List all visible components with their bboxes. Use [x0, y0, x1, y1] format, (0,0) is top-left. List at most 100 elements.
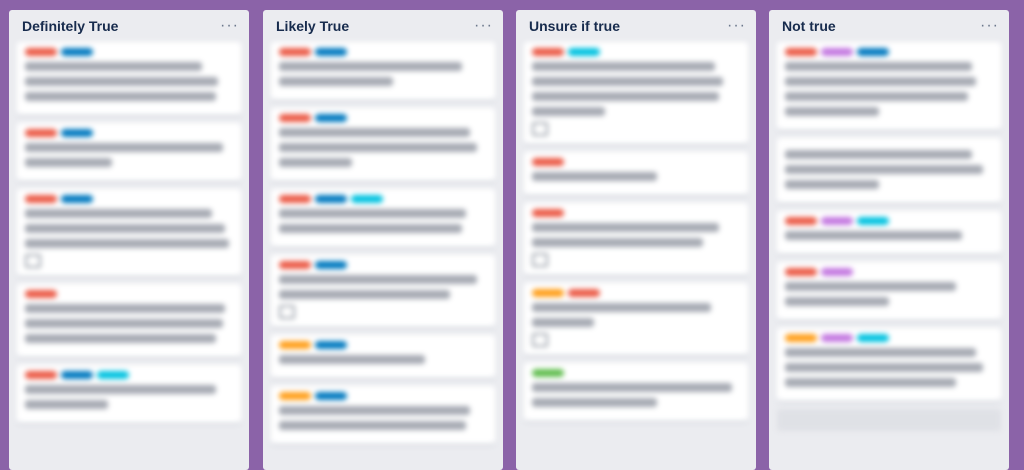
label-sky [857, 334, 889, 342]
list-menu-icon[interactable]: ··· [980, 17, 999, 35]
card-text-line [785, 378, 956, 387]
card[interactable] [271, 42, 495, 100]
label-red [279, 114, 311, 122]
label-purple [821, 268, 853, 276]
card-text-line [279, 128, 471, 137]
card-labels [532, 48, 740, 56]
card-text-line [25, 319, 223, 328]
label-red [785, 268, 817, 276]
list-header: Likely True ··· [263, 10, 503, 42]
card-labels [532, 289, 740, 297]
list-not-true[interactable]: Not true ··· [769, 10, 1009, 470]
label-sky [351, 195, 383, 203]
card[interactable] [271, 108, 495, 181]
card-labels [279, 392, 487, 400]
label-blue [315, 114, 347, 122]
card[interactable] [524, 203, 748, 275]
card-text-line [25, 400, 109, 409]
card[interactable] [524, 42, 748, 144]
label-orange [279, 341, 311, 349]
label-blue [61, 371, 93, 379]
card-text-line [279, 77, 394, 86]
card-labels [279, 48, 487, 56]
card-text-line [279, 421, 467, 430]
card[interactable] [17, 42, 241, 115]
card[interactable] [17, 189, 241, 276]
label-red [25, 371, 57, 379]
label-red [279, 48, 311, 56]
card-container [769, 42, 1009, 401]
list-menu-icon[interactable]: ··· [474, 17, 493, 35]
card-text-line [532, 238, 703, 247]
list-title[interactable]: Definitely True [22, 18, 118, 34]
card-text-line [785, 231, 962, 240]
card[interactable] [524, 152, 748, 195]
card-text-line [785, 107, 879, 116]
card-labels [785, 217, 993, 225]
card[interactable] [777, 262, 1001, 320]
list-definitely-true[interactable]: Definitely True ··· [9, 10, 249, 470]
card[interactable] [777, 328, 1001, 401]
card-labels [532, 158, 740, 166]
card-labels [532, 209, 740, 217]
list-title[interactable]: Likely True [276, 18, 349, 34]
label-red [568, 289, 600, 297]
add-card-button[interactable] [777, 409, 1001, 431]
label-blue [315, 261, 347, 269]
label-orange [532, 289, 564, 297]
card[interactable] [524, 283, 748, 355]
card[interactable] [17, 365, 241, 423]
card-text-line [279, 158, 352, 167]
card-container [263, 42, 503, 444]
card-text-line [785, 62, 973, 71]
list-menu-icon[interactable]: ··· [727, 17, 746, 35]
label-blue [315, 392, 347, 400]
card-text-line [25, 334, 217, 343]
card-text-line [532, 107, 605, 116]
card-labels [25, 290, 233, 298]
card-labels [25, 195, 233, 203]
card-text-line [25, 304, 225, 313]
label-red [25, 195, 57, 203]
card[interactable] [777, 138, 1001, 203]
label-red [25, 129, 57, 137]
label-red [785, 217, 817, 225]
card[interactable] [777, 42, 1001, 130]
description-icon [25, 254, 41, 268]
label-red [25, 48, 57, 56]
card-labels [279, 341, 487, 349]
label-blue [315, 48, 347, 56]
card-text-line [785, 363, 983, 372]
label-red [279, 261, 311, 269]
description-icon [532, 253, 548, 267]
card[interactable] [271, 189, 495, 247]
label-blue [857, 48, 889, 56]
card-text-line [25, 62, 202, 71]
card[interactable] [271, 255, 495, 327]
card[interactable] [17, 284, 241, 357]
card[interactable] [17, 123, 241, 181]
card-text-line [25, 239, 229, 248]
label-sky [568, 48, 600, 56]
label-blue [315, 341, 347, 349]
label-purple [821, 217, 853, 225]
description-icon [532, 122, 548, 136]
list-menu-icon[interactable]: ··· [220, 17, 239, 35]
card-text-line [532, 62, 716, 71]
card[interactable] [271, 386, 495, 444]
card-labels [25, 48, 233, 56]
list-title[interactable]: Unsure if true [529, 18, 620, 34]
list-title[interactable]: Not true [782, 18, 836, 34]
label-sky [97, 371, 129, 379]
card-labels [279, 195, 487, 203]
card-text-line [279, 224, 463, 233]
card[interactable] [524, 363, 748, 421]
card[interactable] [777, 211, 1001, 254]
board: Definitely True ··· Likely True ··· Unsu… [0, 0, 1024, 470]
list-unsure-if-true[interactable]: Unsure if true ··· [516, 10, 756, 470]
card-text-line [279, 355, 425, 364]
description-icon [532, 333, 548, 347]
card[interactable] [271, 335, 495, 378]
label-orange [279, 392, 311, 400]
list-likely-true[interactable]: Likely True ··· [263, 10, 503, 470]
